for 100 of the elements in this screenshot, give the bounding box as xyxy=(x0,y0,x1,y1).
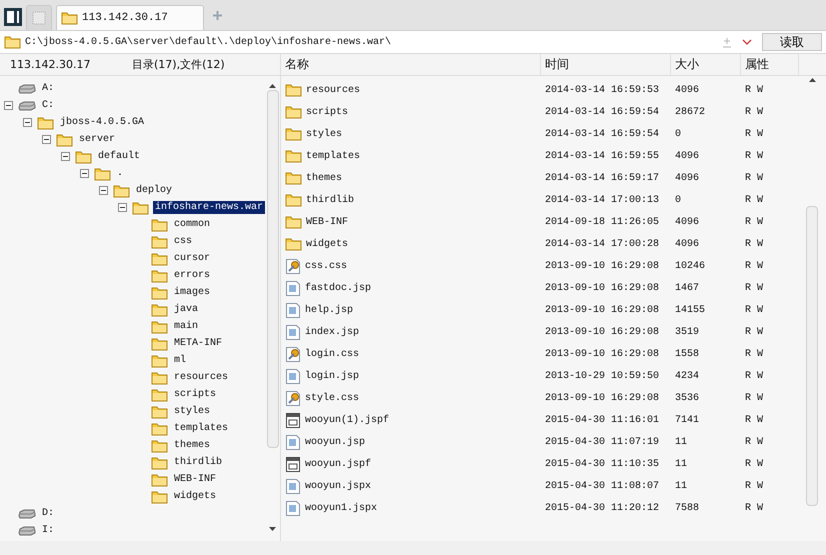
document-file-icon xyxy=(285,324,301,340)
folder-icon xyxy=(94,166,111,180)
folder-icon xyxy=(61,11,78,25)
tree-item[interactable]: META-INF xyxy=(172,337,224,350)
tree-item[interactable]: WEB-INF xyxy=(172,473,218,486)
tab[interactable]: 113.142.30.17 xyxy=(56,5,204,30)
file-name[interactable]: index.jsp xyxy=(305,326,360,338)
attribute-cell-text: R W xyxy=(744,84,764,96)
time-cell-text: 2014-03-14 16:59:53 xyxy=(544,84,660,96)
stylesheet-file-icon xyxy=(285,346,301,362)
folder-icon xyxy=(285,127,302,141)
column-header[interactable]: 时间 xyxy=(541,54,671,75)
folder-icon xyxy=(151,490,168,504)
file-name[interactable]: widgets xyxy=(306,238,348,250)
folder-icon xyxy=(151,472,168,486)
tree-item[interactable]: thirdlib xyxy=(172,456,224,469)
file-name[interactable]: login.jsp xyxy=(305,370,360,382)
scrollbar[interactable] xyxy=(267,84,278,531)
file-name[interactable]: css.css xyxy=(305,260,348,272)
size-cell-text: 14155 xyxy=(674,304,706,316)
file-name[interactable]: wooyun(1).jspf xyxy=(305,414,390,426)
tree-item[interactable]: errors xyxy=(172,269,212,282)
tree-item[interactable]: widgets xyxy=(172,490,218,503)
collapse-toggle[interactable] xyxy=(23,118,32,127)
tree-item[interactable]: css xyxy=(172,235,194,248)
folder-icon xyxy=(151,388,168,402)
folder-icon xyxy=(285,237,302,251)
drive-icon xyxy=(18,526,36,536)
tree-item[interactable]: themes xyxy=(172,439,212,452)
attribute-cell-text: R W xyxy=(744,194,764,206)
size-cell-text: 10246 xyxy=(674,260,706,272)
file-name[interactable]: resources xyxy=(306,84,360,96)
tree-item[interactable]: java xyxy=(172,303,200,316)
file-name[interactable]: templates xyxy=(306,150,360,162)
scroll-down-icon[interactable] xyxy=(269,527,276,531)
document-file-icon xyxy=(285,478,301,494)
file-name[interactable]: wooyun.jspf xyxy=(305,458,372,470)
chevron-down-icon[interactable] xyxy=(742,38,752,46)
tree-item[interactable]: cursor xyxy=(172,252,212,265)
folder-icon xyxy=(285,193,302,207)
file-name[interactable]: wooyun1.jspx xyxy=(305,502,378,514)
time-cell-text: 2013-09-10 16:29:08 xyxy=(544,282,660,294)
tree-item[interactable]: jboss-4.0.5.GA xyxy=(58,116,146,129)
file-name[interactable]: login.css xyxy=(305,348,360,360)
file-name[interactable]: styles xyxy=(306,128,342,140)
collapse-toggle[interactable] xyxy=(118,203,127,212)
tree-item[interactable]: templates xyxy=(172,422,230,435)
tree-item[interactable]: default xyxy=(96,150,142,163)
folder-icon xyxy=(151,336,168,350)
attribute-cell-text: R W xyxy=(744,326,764,338)
tree-item[interactable]: server xyxy=(77,133,118,146)
file-name[interactable]: help.jsp xyxy=(305,304,354,316)
column-header[interactable]: 大小 xyxy=(671,54,741,75)
attribute-cell-text: R W xyxy=(744,172,764,184)
collapse-toggle[interactable] xyxy=(80,169,89,178)
read-button[interactable]: 读取 xyxy=(762,33,822,51)
collapse-toggle[interactable] xyxy=(4,101,13,110)
tree-item[interactable]: common xyxy=(172,218,212,231)
collapse-toggle[interactable] xyxy=(99,186,108,195)
tree-item[interactable]: A: xyxy=(40,82,56,95)
column-header[interactable]: 属性 xyxy=(741,54,799,75)
file-name[interactable]: wooyun.jsp xyxy=(305,436,366,448)
tree-item[interactable]: deploy xyxy=(134,184,174,197)
tree-item[interactable]: infoshare-news.war xyxy=(153,201,266,214)
time-cell-text: 2015-04-30 11:20:12 xyxy=(544,502,660,514)
time-cell-text: 2013-09-10 16:29:08 xyxy=(544,392,660,404)
folder-icon xyxy=(151,234,168,248)
tree-item[interactable]: scripts xyxy=(172,388,218,401)
count-summary: 目录(17),文件(12) xyxy=(131,57,226,72)
file-name[interactable]: thirdlib xyxy=(306,194,354,206)
tree-item[interactable]: resources xyxy=(172,371,230,384)
folder-icon xyxy=(151,422,168,436)
tree-item[interactable]: styles xyxy=(172,405,212,418)
file-name[interactable]: themes xyxy=(306,172,342,184)
tree-item[interactable]: ml xyxy=(172,354,188,367)
tree-item[interactable]: . xyxy=(115,167,126,180)
tree-item[interactable]: C: xyxy=(40,99,56,112)
scrollbar-thumb[interactable] xyxy=(267,90,280,448)
collapse-toggle[interactable] xyxy=(61,152,70,161)
document-file-icon xyxy=(285,500,301,516)
collapse-toggle[interactable] xyxy=(42,135,51,144)
tree-item[interactable]: D: xyxy=(40,507,56,520)
file-name[interactable]: wooyun.jspx xyxy=(305,480,372,492)
scrollbar-thumb[interactable] xyxy=(806,206,818,506)
scroll-up-icon[interactable] xyxy=(269,84,276,88)
column-header[interactable]: 名称 xyxy=(281,54,541,75)
file-name[interactable]: scripts xyxy=(306,106,348,118)
attribute-cell-text: R W xyxy=(744,458,764,470)
scroll-up-icon[interactable] xyxy=(808,78,816,82)
tree-item[interactable]: I: xyxy=(40,524,56,537)
time-cell-text: 2014-03-14 16:59:17 xyxy=(544,172,660,184)
address-field[interactable]: C:\jboss-4.0.5.GA\server\default\.\deploy\infoshare-news.war\ 读取 xyxy=(0,31,826,54)
tree-item[interactable]: main xyxy=(172,320,200,333)
size-cell-text: 28672 xyxy=(674,106,706,118)
drive-icon xyxy=(18,84,36,94)
attribute-cell-text: R W xyxy=(744,216,764,228)
file-name[interactable]: WEB-INF xyxy=(306,216,348,228)
file-name[interactable]: fastdoc.jsp xyxy=(305,282,372,294)
file-name[interactable]: style.css xyxy=(305,392,360,404)
tree-item[interactable]: images xyxy=(172,286,212,299)
